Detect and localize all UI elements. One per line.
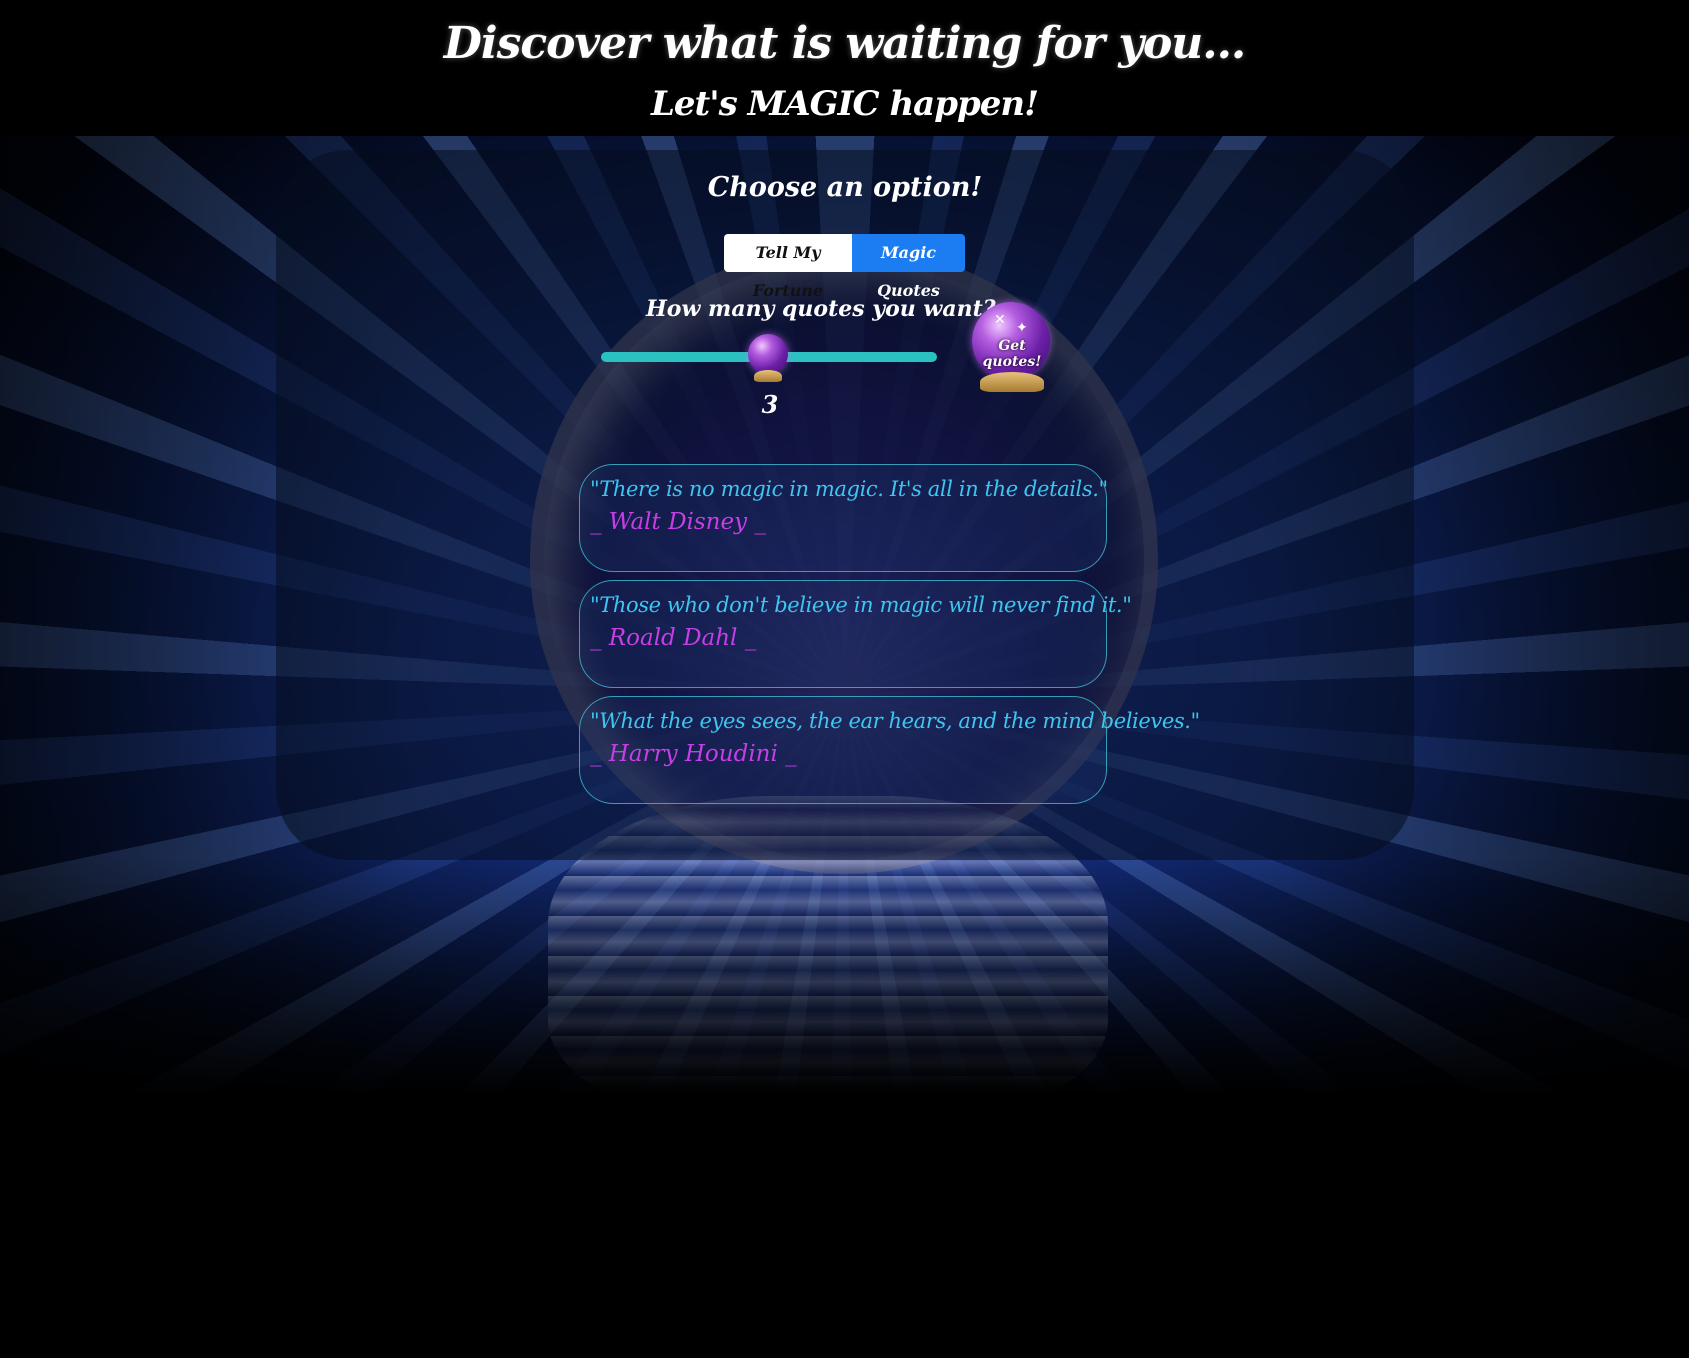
quote-card: "Those who don't believe in magic will n… — [579, 580, 1132, 688]
magic-quotes-button[interactable]: Magic Quotes — [852, 234, 965, 300]
footer-blank — [0, 1096, 1689, 1358]
header: Discover what is waiting for you... Let'… — [0, 0, 1689, 136]
get-quotes-label: Get quotes! — [982, 338, 1042, 370]
sparkle-icon: ✕ — [994, 312, 1006, 328]
tell-my-fortune-button[interactable]: Tell My Fortune — [724, 234, 852, 300]
quote-text: "There is no magic in magic. It's all in… — [590, 477, 1108, 501]
sparkle-icon: ✦ — [1016, 320, 1028, 336]
quote-author: _ Harry Houdini _ — [590, 741, 797, 767]
choose-option-heading: Choose an option! — [707, 172, 983, 203]
quote-text: "Those who don't believe in magic will n… — [590, 593, 1132, 617]
page-title: Discover what is waiting for you... — [443, 18, 1247, 69]
quote-count-value: 3 — [761, 390, 779, 419]
quote-count-label: How many quotes you want? — [646, 296, 996, 322]
quote-card: "What the eyes sees, the ear hears, and … — [579, 696, 1200, 804]
page-subtitle: Let's MAGIC happen! — [650, 84, 1039, 124]
page: Discover what is waiting for you... Let'… — [0, 0, 1689, 1358]
quote-card: "There is no magic in magic. It's all in… — [579, 464, 1108, 572]
get-quotes-button[interactable]: ✕ ✦ Get quotes! — [970, 302, 1054, 394]
options-panel: Choose an option! Tell My Fortune Magic … — [276, 150, 1414, 860]
quote-text: "What the eyes sees, the ear hears, and … — [590, 709, 1200, 733]
quote-author: _ Roald Dahl _ — [590, 625, 757, 651]
slider-thumb-crystal-ball-icon[interactable] — [746, 334, 790, 384]
option-toggle: Tell My Fortune Magic Quotes — [724, 234, 965, 300]
quote-author: _ Walt Disney _ — [590, 509, 766, 535]
